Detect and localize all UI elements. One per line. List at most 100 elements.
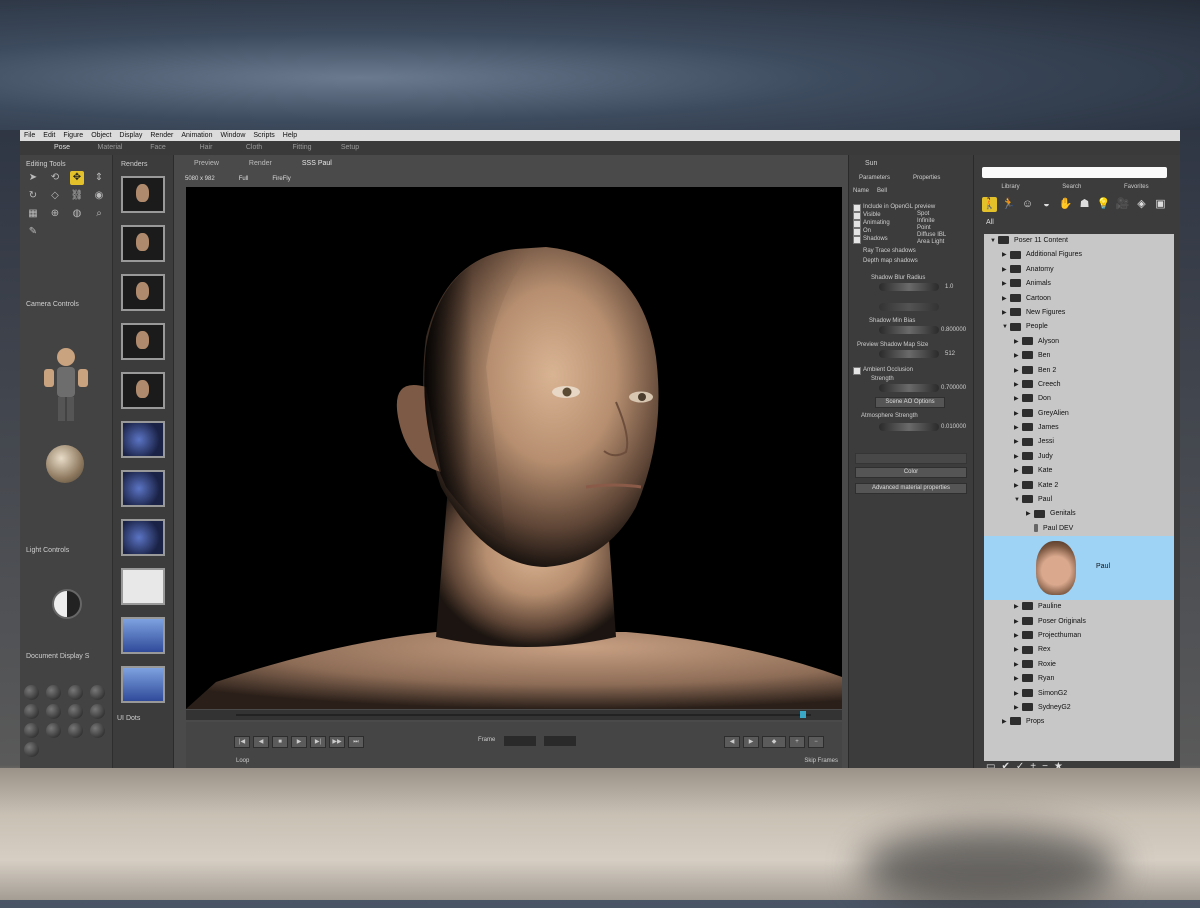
- remove-icon[interactable]: −: [1042, 761, 1048, 768]
- collapsed-arrow-icon[interactable]: ▶: [1014, 392, 1022, 406]
- next-key-icon[interactable]: ▶: [743, 736, 759, 748]
- menu-edit[interactable]: Edit: [43, 130, 55, 141]
- selected-tree-item[interactable]: Paul: [984, 536, 1174, 601]
- tree-item[interactable]: ▼ People: [984, 320, 1174, 334]
- add-key-icon[interactable]: +: [789, 736, 805, 748]
- render-thumbnail[interactable]: [121, 372, 165, 409]
- tree-item[interactable]: ▶ Poser Originals: [984, 615, 1174, 629]
- tree-item[interactable]: ▶ Cartoon: [984, 292, 1174, 306]
- color-button[interactable]: Color: [855, 467, 967, 478]
- collapsed-arrow-icon[interactable]: ▶: [1014, 435, 1022, 449]
- tree-item[interactable]: ▶ Kate: [984, 464, 1174, 478]
- figures-category-icon[interactable]: 🚶: [982, 197, 997, 212]
- timeline-scrubber[interactable]: [186, 710, 842, 720]
- display-style-button[interactable]: [68, 685, 83, 700]
- menu-animation[interactable]: Animation: [181, 130, 212, 141]
- shadow-blur-value[interactable]: 1.0: [945, 284, 953, 290]
- play-icon[interactable]: ▶: [291, 736, 307, 748]
- renderer-dropdown[interactable]: FireFly: [272, 176, 290, 186]
- skip-frames-dropdown[interactable]: Skip Frames: [804, 758, 838, 764]
- collapsed-arrow-icon[interactable]: ▶: [1014, 701, 1022, 715]
- check-icon[interactable]: ✓: [1016, 761, 1024, 768]
- expressions-category-icon[interactable]: ☺: [1020, 197, 1035, 212]
- collapsed-arrow-icon[interactable]: ▶: [1014, 629, 1022, 643]
- render-thumbnail[interactable]: [121, 176, 165, 213]
- color-icon[interactable]: ◉: [92, 189, 106, 203]
- light-type-spot[interactable]: Spot: [917, 211, 929, 217]
- render-thumbnail[interactable]: [121, 568, 165, 605]
- tree-item[interactable]: ▶ Rex: [984, 643, 1174, 657]
- display-style-button[interactable]: [90, 685, 105, 700]
- display-style-button[interactable]: [90, 704, 105, 719]
- render-thumbnail[interactable]: [121, 225, 165, 262]
- key-icon[interactable]: ◆: [762, 736, 786, 748]
- collapsed-arrow-icon[interactable]: ▶: [1014, 672, 1022, 686]
- loop-checkbox[interactable]: Loop: [236, 758, 249, 764]
- tree-item[interactable]: ▼ Paul: [984, 493, 1174, 507]
- favorite-star-icon[interactable]: ★: [1054, 761, 1063, 768]
- menu-window[interactable]: Window: [220, 130, 245, 141]
- render-thumbnail[interactable]: [121, 274, 165, 311]
- chain-break-icon[interactable]: ⛓: [70, 189, 84, 203]
- collapsed-arrow-icon[interactable]: ▶: [1002, 715, 1010, 729]
- tree-item[interactable]: ▶ Don: [984, 392, 1174, 406]
- tree-item[interactable]: ▶ GreyAlien: [984, 407, 1174, 421]
- visible-checkbox[interactable]: [853, 212, 861, 220]
- display-style-button[interactable]: [46, 685, 61, 700]
- library-search-input[interactable]: [982, 167, 1167, 178]
- collapsed-arrow-icon[interactable]: ▶: [1026, 507, 1034, 521]
- tab-favorites[interactable]: Favorites: [1124, 184, 1149, 190]
- direct-manipulation-icon[interactable]: ✎: [26, 225, 40, 239]
- display-style-button[interactable]: [46, 723, 61, 738]
- render-thumbnail[interactable]: [121, 470, 165, 507]
- tab-properties[interactable]: Properties: [913, 175, 940, 181]
- view-magnifier-icon[interactable]: ⊕: [48, 207, 62, 221]
- remove-key-icon[interactable]: −: [808, 736, 824, 748]
- shadow-blur-dial[interactable]: [879, 283, 939, 291]
- camera-trackball[interactable]: [46, 445, 84, 483]
- hands-category-icon[interactable]: ✋: [1058, 197, 1073, 212]
- subtab-bell[interactable]: Bell: [877, 188, 887, 194]
- menu-scripts[interactable]: Scripts: [253, 130, 274, 141]
- menu-help[interactable]: Help: [283, 130, 297, 141]
- light-controls-ball[interactable]: [52, 589, 82, 619]
- collapsed-arrow-icon[interactable]: ▶: [1002, 292, 1010, 306]
- next-frame-icon[interactable]: ▶|: [310, 736, 326, 748]
- render-thumbnail[interactable]: [121, 666, 165, 703]
- display-style-button[interactable]: [24, 742, 39, 757]
- camera-figure-widget[interactable]: [38, 335, 94, 435]
- menu-figure[interactable]: Figure: [63, 130, 83, 141]
- display-style-button[interactable]: [90, 723, 105, 738]
- raytrace-shadows-radio[interactable]: Ray Trace shadows: [863, 248, 916, 254]
- render-mode-dropdown[interactable]: Full: [239, 176, 249, 186]
- timeline-playhead[interactable]: [800, 711, 806, 718]
- room-tab-setup[interactable]: Setup: [326, 141, 374, 155]
- tree-item[interactable]: ▶ Props: [984, 715, 1174, 729]
- collapsed-arrow-icon[interactable]: ▶: [1014, 349, 1022, 363]
- collapsed-arrow-icon[interactable]: ▶: [1014, 643, 1022, 657]
- tab-render[interactable]: Render: [249, 158, 272, 170]
- tree-item[interactable]: ▼ Poser 11 Content: [984, 234, 1174, 248]
- collapsed-arrow-icon[interactable]: ▶: [1014, 615, 1022, 629]
- select-arrow-icon[interactable]: ➤: [26, 171, 40, 185]
- collapsed-arrow-icon[interactable]: ▶: [1002, 277, 1010, 291]
- strength-dial[interactable]: [879, 384, 939, 392]
- prev-key-icon[interactable]: ◀: [724, 736, 740, 748]
- prev-frame-icon[interactable]: ◀: [253, 736, 269, 748]
- display-style-button[interactable]: [24, 685, 39, 700]
- collapsed-arrow-icon[interactable]: ▶: [1014, 335, 1022, 349]
- tree-item[interactable]: ▶ Pauline: [984, 600, 1174, 614]
- collapsed-arrow-icon[interactable]: ▶: [1014, 450, 1022, 464]
- subtab-name[interactable]: Name: [853, 188, 869, 194]
- total-frames-field[interactable]: [544, 736, 576, 746]
- expanded-arrow-icon[interactable]: ▼: [990, 234, 998, 248]
- display-style-button[interactable]: [46, 704, 61, 719]
- double-check-icon[interactable]: ✔: [1001, 761, 1009, 768]
- expanded-arrow-icon[interactable]: ▼: [1014, 493, 1022, 507]
- shadow-min-bias-dial[interactable]: [879, 326, 939, 334]
- expanded-arrow-icon[interactable]: ▼: [1002, 320, 1010, 334]
- tree-item[interactable]: ▶ James: [984, 421, 1174, 435]
- tab-parameters[interactable]: Parameters: [859, 175, 890, 181]
- rotate-icon[interactable]: ⟲: [48, 171, 62, 185]
- on-checkbox[interactable]: [853, 228, 861, 236]
